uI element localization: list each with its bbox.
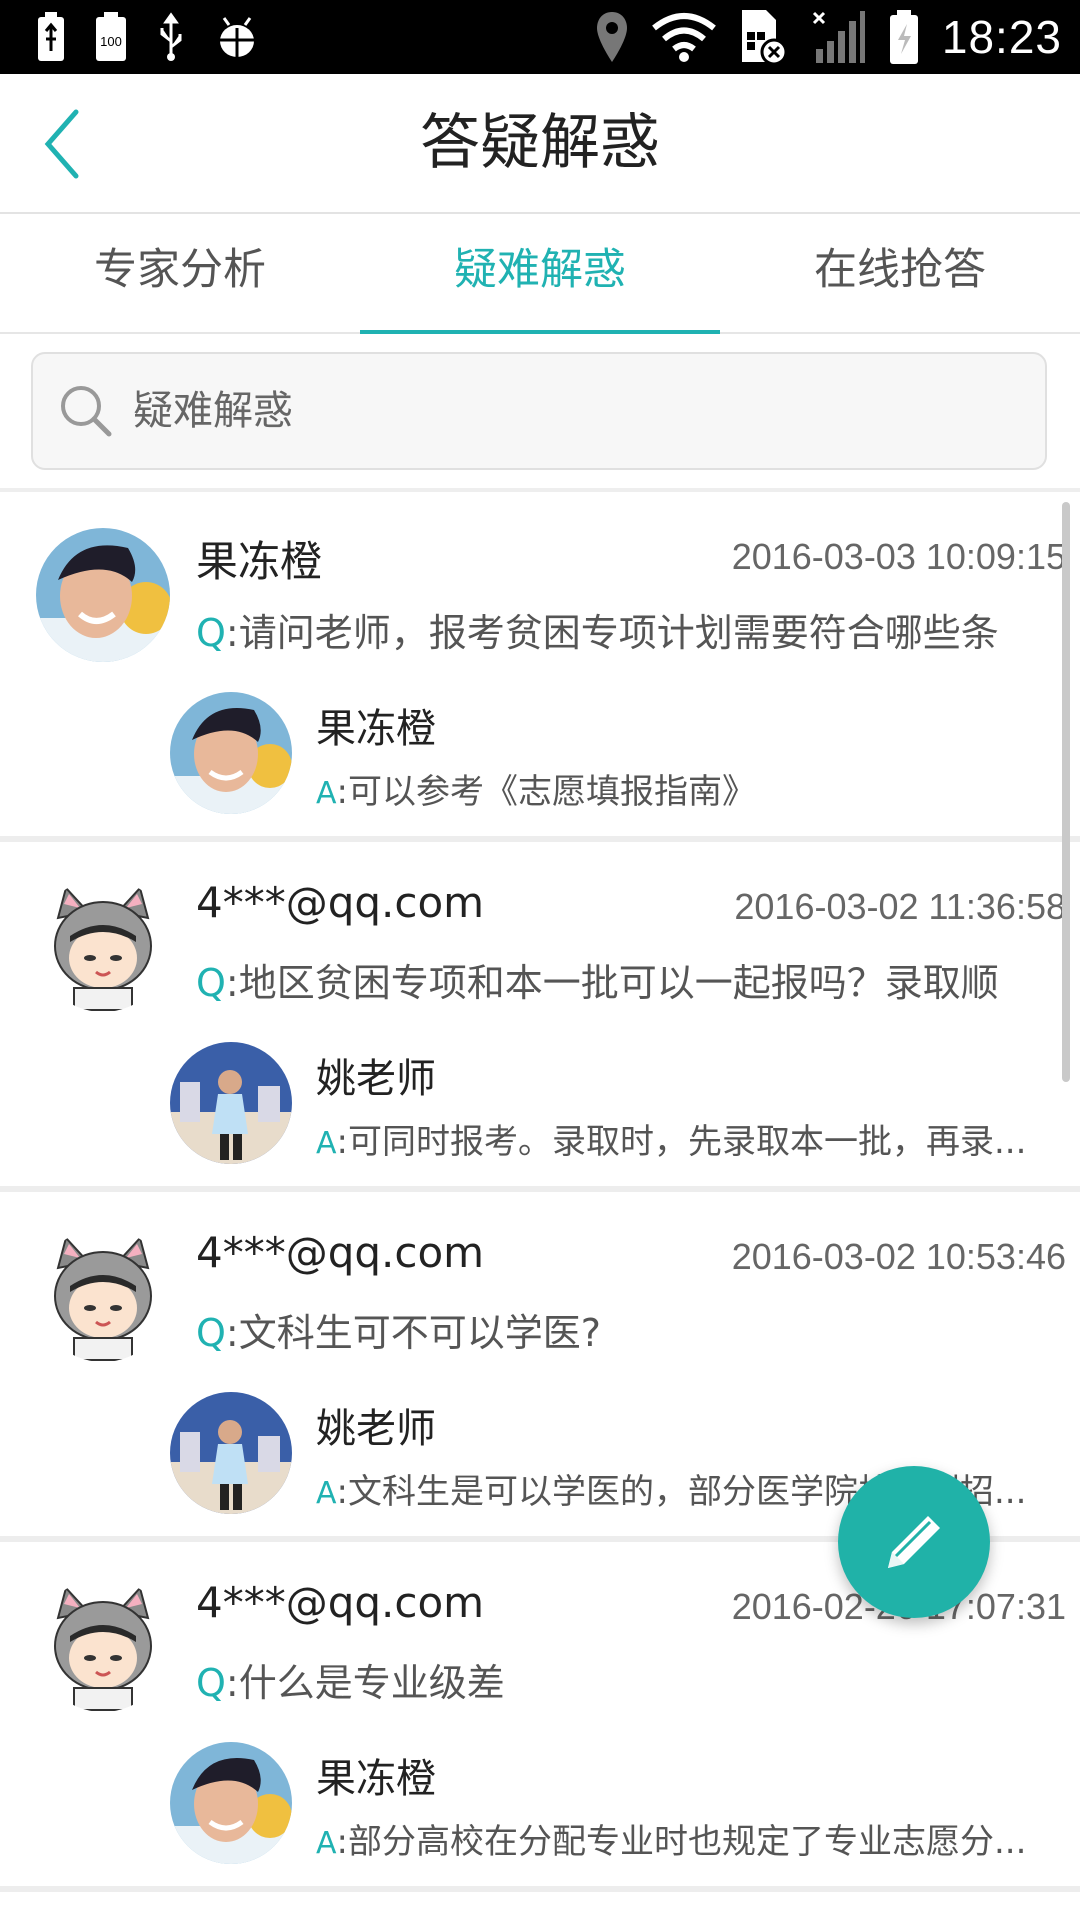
question-prefix: Q [196, 611, 226, 655]
pencil-icon [888, 1516, 940, 1568]
svg-text:100: 100 [100, 34, 122, 49]
battery-usb-icon [36, 11, 66, 63]
list-item[interactable]: 果冻橙 2016-03-03 10:09:15 Q:请问老师，报考贫困专项计划需… [0, 492, 1080, 842]
answerer-name: 果冻橙 [316, 706, 436, 752]
answer-text: A:部分高校在分配专业时也规定了专业志愿分... [316, 1814, 1056, 1863]
status-time: 18:23 [941, 11, 1062, 63]
search-area [0, 334, 1080, 490]
android-debug-icon [214, 14, 260, 60]
question-content: :地区贫困专项和本一批可以一起报吗？录取顺 [225, 961, 999, 1005]
tab-online-answer[interactable]: 在线抢答 [720, 214, 1080, 332]
question-prefix: Q [196, 961, 226, 1005]
location-icon [594, 10, 630, 64]
battery-charging-icon [888, 8, 920, 66]
usb-icon [156, 11, 186, 63]
status-right-icons: 18:23 [594, 0, 1062, 74]
question-text: Q:什么是专业级差 [196, 1652, 1026, 1707]
answer-content: :可同时报考。录取时，先录取本一批，再录... [336, 1122, 1027, 1162]
question-time: 2016-03-02 11:36:58 [734, 886, 1066, 927]
answerer-name: 姚老师 [316, 1056, 436, 1102]
avatar[interactable] [36, 1578, 170, 1712]
question-text: Q:请问老师，报考贫困专项计划需要符合哪些条 [196, 602, 1026, 657]
signal-icon [810, 9, 866, 65]
answerer-avatar[interactable] [170, 692, 292, 814]
question-content: :文科生可不可以学医? [225, 1311, 601, 1355]
asker-name: 4***@qq.com [196, 1228, 485, 1277]
battery-100-icon: 100 [94, 11, 128, 63]
search-box[interactable] [31, 352, 1047, 470]
answer-text: A:可以参考《志愿填报指南》 [316, 764, 1056, 813]
tab-expert-analysis[interactable]: 专家分析 [0, 214, 360, 332]
wifi-icon [652, 12, 716, 62]
question-content: :请问老师，报考贫困专项计划需要符合哪些条 [225, 611, 999, 655]
tab-bar: 专家分析 疑难解惑 在线抢答 [0, 214, 1080, 336]
answerer-name: 果冻橙 [316, 1756, 436, 1802]
question-prefix: Q [196, 1661, 226, 1705]
list-item[interactable]: 4***@qq.com 2016-03-02 11:36:58 Q:地区贫困专项… [0, 842, 1080, 1192]
avatar[interactable] [36, 1228, 170, 1362]
answer-prefix: A [316, 1126, 337, 1161]
search-icon [61, 386, 112, 437]
question-text: Q:文科生可不可以学医? [196, 1302, 1026, 1357]
answer-prefix: A [316, 776, 337, 811]
answerer-name: 姚老师 [316, 1406, 436, 1452]
answer-text: A:可同时报考。录取时，先录取本一批，再录... [316, 1114, 1056, 1163]
avatar[interactable] [36, 528, 170, 662]
question-content: :什么是专业级差 [225, 1661, 505, 1705]
compose-question-button[interactable] [838, 1466, 990, 1618]
page-title: 答疑解惑 [420, 108, 660, 178]
search-input[interactable] [133, 354, 1013, 468]
question-prefix: Q [196, 1311, 226, 1355]
tab-difficult-questions[interactable]: 疑难解惑 [360, 214, 720, 336]
answerer-avatar[interactable] [170, 1742, 292, 1864]
status-left-icons: 100 [36, 0, 260, 74]
avatar[interactable] [36, 878, 170, 1012]
asker-name: 果冻橙 [196, 537, 323, 586]
answer-prefix: A [316, 1476, 337, 1511]
question-time: 2016-03-03 10:09:15 [731, 536, 1066, 577]
scrollbar[interactable] [1062, 502, 1070, 1082]
asker-name: 4***@qq.com [196, 1578, 485, 1627]
answer-content: :可以参考《志愿填报指南》 [336, 772, 756, 812]
answerer-avatar[interactable] [170, 1042, 292, 1164]
asker-name: 4***@qq.com [196, 878, 485, 927]
status-bar: 100 18:23 [0, 0, 1080, 74]
answer-content: :部分高校在分配专业时也规定了专业志愿分... [336, 1822, 1027, 1862]
answer-prefix: A [316, 1826, 337, 1861]
qa-list: 果冻橙 2016-03-03 10:09:15 Q:请问老师，报考贫困专项计划需… [0, 492, 1080, 1892]
sim-blocked-icon [738, 8, 788, 66]
question-text: Q:地区贫困专项和本一批可以一起报吗？录取顺 [196, 952, 1026, 1007]
app-header: 答疑解惑 [0, 74, 1080, 214]
question-time: 2016-03-02 10:53:46 [731, 1236, 1066, 1277]
answerer-avatar[interactable] [170, 1392, 292, 1514]
